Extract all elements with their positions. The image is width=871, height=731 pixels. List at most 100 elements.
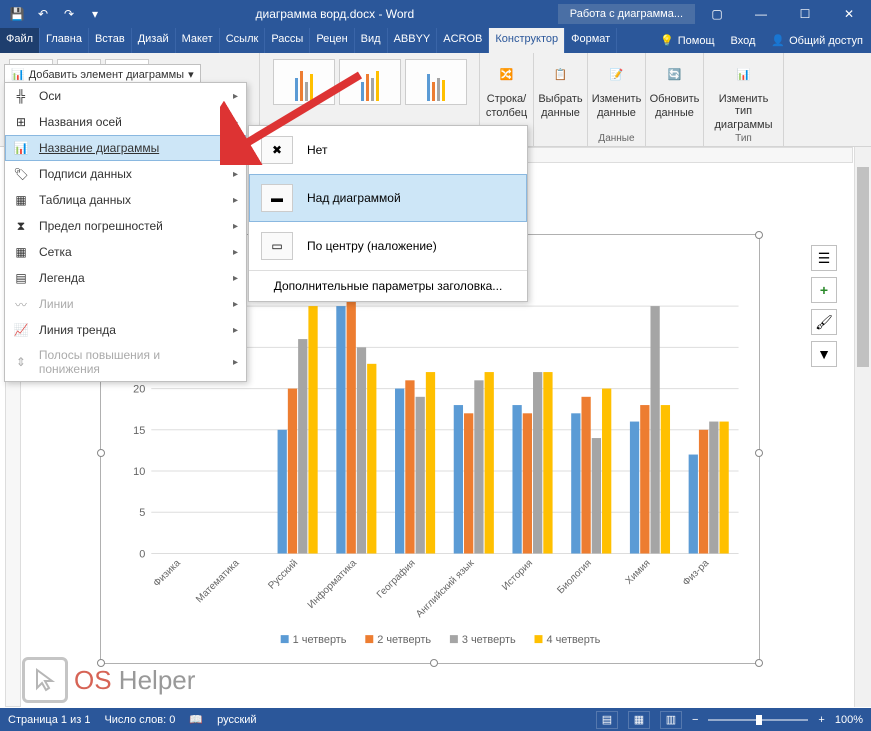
edit-data-button[interactable]: 📝 Изменитьданные: [586, 55, 648, 123]
svg-text:История: История: [500, 558, 535, 593]
submenu-none[interactable]: ✖Нет: [249, 126, 527, 174]
tab-format[interactable]: Формат: [565, 28, 617, 53]
svg-text:2 четверть: 2 четверть: [377, 634, 431, 646]
tab-references[interactable]: Ссылк: [220, 28, 266, 53]
tab-design[interactable]: Дизай: [132, 28, 176, 53]
quick-access-toolbar: 💾 ↶ ↷ ▾: [0, 3, 112, 25]
page-indicator[interactable]: Страница 1 из 1: [8, 714, 90, 726]
none-thumb-icon: ✖: [261, 136, 293, 164]
tab-constructor[interactable]: Конструктор: [489, 28, 565, 53]
switch-row-column-button[interactable]: 🔀 Строка/столбец: [480, 55, 533, 123]
switch-icon: 🔀: [491, 59, 523, 91]
maximize-icon[interactable]: ☐: [783, 0, 827, 28]
save-icon[interactable]: 💾: [6, 3, 28, 25]
vertical-scrollbar[interactable]: [854, 147, 871, 707]
svg-text:Химия: Химия: [624, 558, 653, 587]
tell-me[interactable]: 💡Помощ: [652, 28, 722, 53]
tab-home[interactable]: Главна: [40, 28, 89, 53]
watermark: OS Helper: [22, 657, 195, 703]
share-button[interactable]: 👤Общий доступ: [763, 28, 871, 53]
share-icon: 👤: [771, 34, 785, 47]
tab-layout[interactable]: Макет: [176, 28, 220, 53]
lines-icon: 〰: [13, 296, 29, 312]
chart-type-icon: 📊: [728, 59, 760, 91]
print-layout-icon[interactable]: ▦: [628, 711, 650, 729]
svg-text:15: 15: [133, 425, 145, 437]
zoom-slider[interactable]: [708, 719, 808, 721]
tab-insert[interactable]: Встав: [89, 28, 132, 53]
menu-trendline[interactable]: 📈Линия тренда▸: [5, 317, 246, 343]
qat-dropdown-icon[interactable]: ▾: [84, 3, 106, 25]
table-select-icon: 📋: [545, 59, 577, 91]
chart-elements-icon[interactable]: ☰: [811, 245, 837, 271]
menu-legend[interactable]: ▤Легенда▸: [5, 265, 246, 291]
menu-chart-title[interactable]: 📊Название диаграммы▸: [5, 135, 246, 161]
word-count[interactable]: Число слов: 0: [104, 714, 175, 726]
gridlines-icon: ▦: [13, 244, 29, 260]
zoom-level[interactable]: 100%: [835, 714, 863, 726]
read-mode-icon[interactable]: ▤: [596, 711, 618, 729]
spellcheck-icon[interactable]: 📖: [189, 713, 203, 726]
svg-text:Математика: Математика: [194, 557, 242, 605]
undo-icon[interactable]: ↶: [32, 3, 54, 25]
ribbon-options-icon[interactable]: ▢: [695, 0, 739, 28]
table-edit-icon: 📝: [601, 59, 633, 91]
tab-review[interactable]: Рецен: [310, 28, 354, 53]
redo-icon[interactable]: ↷: [58, 3, 80, 25]
submenu-centered-overlay[interactable]: ▭По центру (наложение): [249, 222, 527, 270]
add-element-menu: ╬Оси▸ ⊞Названия осей▸ 📊Название диаграмм…: [4, 82, 247, 382]
titlebar: 💾 ↶ ↷ ▾ диаграмма ворд.docx - Word Работ…: [0, 0, 871, 28]
lightbulb-icon: 💡: [660, 34, 674, 47]
document-title: диаграмма ворд.docx - Word: [112, 7, 558, 21]
svg-text:Физ-ра: Физ-ра: [681, 557, 712, 588]
svg-text:20: 20: [133, 384, 145, 396]
menu-axis-titles[interactable]: ⊞Названия осей▸: [5, 109, 246, 135]
svg-text:География: География: [375, 558, 418, 601]
chart-element-icon: 📊: [11, 68, 25, 81]
refresh-data-button[interactable]: 🔄 Обновитьданные: [644, 55, 706, 123]
close-icon[interactable]: ✕: [827, 0, 871, 28]
chart-filter-icon[interactable]: ▼: [811, 341, 837, 367]
data-labels-icon: 🏷: [13, 166, 29, 182]
chart-styles[interactable]: [269, 55, 471, 109]
web-layout-icon[interactable]: ▥: [660, 711, 682, 729]
zoom-out-icon[interactable]: −: [692, 714, 698, 726]
svg-text:10: 10: [133, 466, 145, 478]
svg-text:5: 5: [139, 507, 145, 519]
updown-icon: ⇕: [13, 354, 29, 370]
sign-in[interactable]: Вход: [723, 28, 764, 53]
chart-styles-icon[interactable]: 🖌: [811, 309, 837, 335]
tab-abbyy[interactable]: ABBYY: [388, 28, 438, 53]
group-data-label: Данные: [588, 133, 645, 144]
svg-text:Русский: Русский: [266, 558, 300, 592]
menu-updown-bars: ⇕Полосы повышения и понижения▸: [5, 343, 246, 381]
axis-titles-icon: ⊞: [13, 114, 29, 130]
menu-gridlines[interactable]: ▦Сетка▸: [5, 239, 246, 265]
menu-data-labels[interactable]: 🏷Подписи данных▸: [5, 161, 246, 187]
language-indicator[interactable]: русский: [217, 714, 256, 726]
legend-icon: ▤: [13, 270, 29, 286]
change-chart-type-button[interactable]: 📊 Изменить типдиаграммы: [709, 55, 779, 135]
select-data-button[interactable]: 📋 Выбратьданные: [532, 55, 588, 123]
menu-axes[interactable]: ╬Оси▸: [5, 83, 246, 109]
dropdown-arrow-icon: ▾: [188, 68, 194, 81]
chart-title-submenu: ✖Нет ▬Над диаграммой ▭По центру (наложен…: [248, 125, 528, 302]
submenu-above-chart[interactable]: ▬Над диаграммой: [249, 174, 527, 222]
tab-acrobat[interactable]: ACROB: [437, 28, 489, 53]
zoom-in-icon[interactable]: +: [818, 714, 824, 726]
chart-title-icon: 📊: [13, 140, 29, 156]
menu-lines: 〰Линии▸: [5, 291, 246, 317]
menu-error-bars[interactable]: ⧗Предел погрешностей▸: [5, 213, 246, 239]
centered-thumb-icon: ▭: [261, 232, 293, 260]
svg-text:Физика: Физика: [151, 557, 183, 589]
chart-plus-icon[interactable]: +: [811, 277, 837, 303]
context-tab-header: Работа с диаграмма...: [558, 4, 695, 24]
submenu-more-options[interactable]: Дополнительные параметры заголовка...: [249, 270, 527, 301]
tab-view[interactable]: Вид: [355, 28, 388, 53]
menu-data-table[interactable]: ▦Таблица данных▸: [5, 187, 246, 213]
data-table-icon: ▦: [13, 192, 29, 208]
trendline-icon: 📈: [13, 322, 29, 338]
tab-mailings[interactable]: Рассы: [265, 28, 310, 53]
tab-file[interactable]: Файл: [0, 28, 40, 53]
minimize-icon[interactable]: —: [739, 0, 783, 28]
